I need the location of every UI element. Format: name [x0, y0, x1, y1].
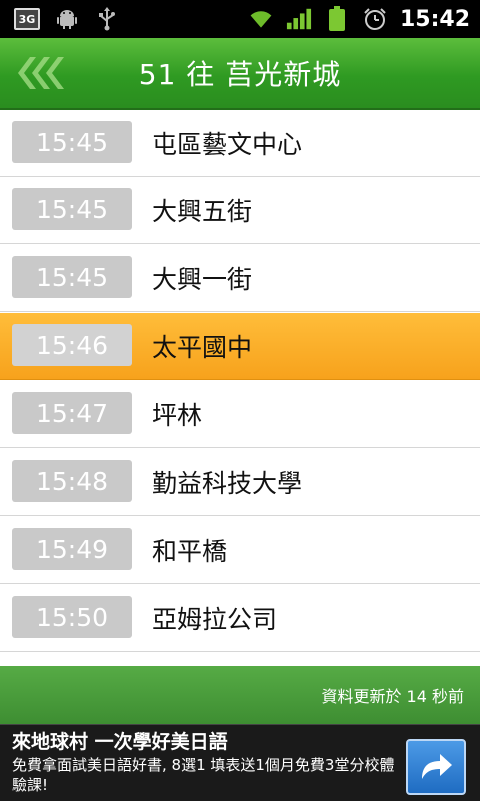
alarm-icon [362, 7, 388, 31]
stop-name: 大興一街 [152, 265, 253, 294]
wifi-icon [248, 7, 274, 31]
arrival-time: 15:45 [12, 256, 132, 298]
arrival-time: 15:47 [12, 392, 132, 434]
arrival-time: 15:48 [12, 460, 132, 502]
arrival-time: 15:45 [12, 188, 132, 230]
update-footer: 資料更新於 14 秒前 [0, 666, 480, 724]
list-item[interactable]: 15:45 大興五街 [0, 177, 480, 244]
list-item[interactable]: 15:50 亞姆拉公司 [0, 585, 480, 652]
arrival-time: 15:49 [12, 528, 132, 570]
stop-name: 勤益科技大學 [152, 469, 303, 498]
stop-name: 和平橋 [152, 537, 228, 566]
ad-title: 來地球村 一次學好美日語 [12, 731, 228, 753]
stop-name: 坪林 [152, 401, 203, 430]
list-item[interactable]: 15:45 屯區藝文中心 [0, 110, 480, 177]
arrival-time: 15:46 [12, 324, 132, 366]
last-updated-text: 資料更新於 14 秒前 [321, 687, 464, 706]
android-icon [54, 7, 80, 31]
list-item[interactable]: 15:49 和平橋 [0, 517, 480, 584]
ad-action-button[interactable] [406, 739, 466, 795]
stop-name: 亞姆拉公司 [152, 605, 278, 634]
page-title: 51 往 莒光新城 [138, 58, 342, 91]
ad-banner[interactable]: 來地球村 一次學好美日語 免費拿面試美日語好書, 8選1 填表送1個月免費3堂分… [0, 724, 480, 801]
status-bar-system: 15:42 [248, 0, 470, 38]
battery-icon [324, 6, 350, 31]
status-clock: 15:42 [399, 6, 470, 32]
stop-name: 大興五街 [152, 197, 253, 226]
status-bar-notifications: 3G [14, 7, 120, 31]
status-bar: 3G 15:42 [0, 0, 480, 38]
list-item[interactable]: 15:47 坪林 [0, 381, 480, 448]
arrival-time: 15:50 [12, 596, 132, 638]
usb-icon [94, 7, 120, 31]
list-item-current-stop[interactable]: 15:46 太平國中 [0, 313, 480, 380]
ad-description: 免費拿面試美日語好書, 8選1 填表送1個月免費3堂分校體驗課! [12, 756, 395, 794]
signal-icon [286, 7, 312, 31]
stop-list: 15:45 屯區藝文中心 15:45 大興五街 15:45 大興一街 15:46… [0, 110, 480, 666]
3g-icon: 3G [14, 8, 40, 30]
list-item[interactable]: 15:48 勤益科技大學 [0, 449, 480, 516]
stop-name: 太平國中 [152, 333, 253, 362]
arrival-time: 15:45 [12, 121, 132, 163]
stop-name: 屯區藝文中心 [152, 130, 303, 159]
list-item[interactable]: 15:45 大興一街 [0, 245, 480, 312]
share-arrow-icon [422, 754, 452, 779]
route-header: 51 往 莒光新城 [0, 38, 480, 110]
